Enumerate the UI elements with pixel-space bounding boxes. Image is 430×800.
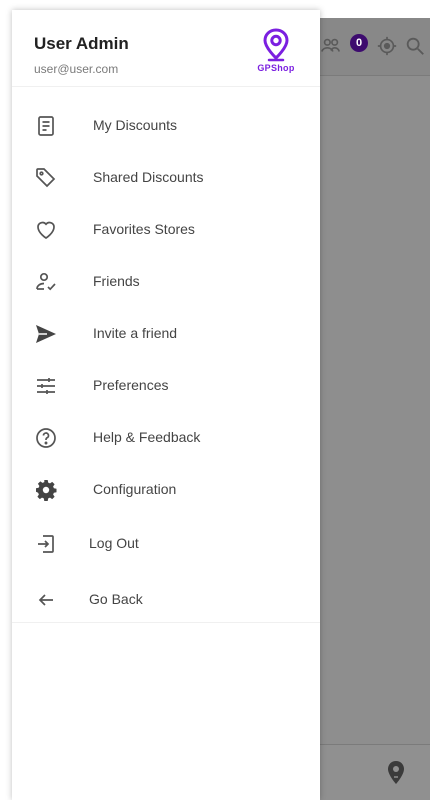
menu-label: Favorites Stores (93, 221, 195, 237)
menu-label: Preferences (93, 377, 169, 393)
menu-item-configuration[interactable]: Configuration (12, 464, 320, 516)
drawer-header: User Admin user@user.com GPShop (12, 10, 320, 87)
menu-label: Invite a friend (93, 325, 178, 341)
user-name: User Admin (34, 34, 129, 53)
menu-item-preferences[interactable]: Preferences (12, 360, 320, 412)
menu-label: Friends (93, 273, 140, 289)
arrow-left-icon (38, 594, 53, 606)
logo-text: GPShop (257, 63, 295, 73)
menu-label: Go Back (89, 591, 143, 607)
gear-icon (36, 480, 57, 501)
menu-label: Help & Feedback (93, 429, 201, 445)
location-target-icon[interactable] (376, 35, 398, 57)
heart-icon (37, 221, 55, 240)
drawer-menu: My Discounts Shared Discounts Favorites … (12, 86, 320, 623)
person-check-icon (36, 272, 56, 291)
navigation-drawer: User Admin user@user.com GPShop My Disco… (12, 10, 320, 800)
send-icon (36, 325, 56, 343)
cart-badge: 0 (350, 34, 368, 52)
menu-item-friends[interactable]: Friends (12, 256, 320, 308)
tag-icon (36, 168, 56, 188)
menu-item-favorites-stores[interactable]: Favorites Stores (12, 204, 320, 256)
menu-item-log-out[interactable]: Log Out (12, 518, 320, 570)
user-email: user@user.com (34, 62, 119, 76)
map-pin-icon[interactable] (384, 760, 408, 786)
document-list-icon (38, 116, 54, 136)
menu-item-my-discounts[interactable]: My Discounts (12, 100, 320, 152)
menu-item-help-feedback[interactable]: Help & Feedback (12, 412, 320, 464)
menu-item-invite-a-friend[interactable]: Invite a friend (12, 308, 320, 360)
sliders-icon (37, 378, 55, 394)
menu-label: Log Out (89, 535, 139, 551)
help-circle-icon (36, 428, 56, 448)
location-pin-logo-icon (263, 28, 289, 62)
logout-icon (38, 535, 54, 553)
gpshop-logo: GPShop (248, 28, 304, 82)
search-icon[interactable] (404, 35, 426, 57)
menu-label: My Discounts (93, 117, 178, 133)
menu-item-shared-discounts[interactable]: Shared Discounts (12, 152, 320, 204)
menu-label: Configuration (93, 481, 177, 497)
menu-label: Shared Discounts (93, 169, 204, 185)
people-icon[interactable] (320, 35, 342, 57)
menu-item-go-back[interactable]: Go Back (12, 574, 320, 626)
